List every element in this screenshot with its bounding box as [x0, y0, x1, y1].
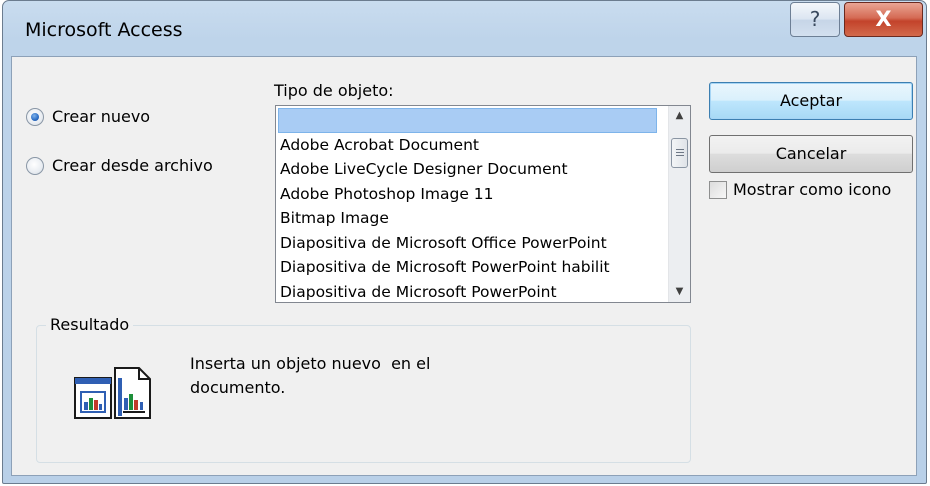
list-item[interactable]: Diapositiva de Microsoft PowerPoint habi…	[276, 255, 659, 280]
dialog-window: Microsoft Access ? X Crear nuevo Crear d…	[2, 0, 927, 484]
result-group-label: Resultado	[46, 315, 134, 334]
grip-line	[676, 149, 684, 150]
help-icon: ?	[809, 7, 821, 31]
list-item[interactable]: Adobe LiveCycle Designer Document	[276, 157, 659, 182]
embedded-object-icon	[74, 367, 151, 419]
title-bar[interactable]: Microsoft Access ? X	[3, 1, 926, 56]
grip-line	[676, 152, 684, 153]
list-item[interactable]: Adobe Photoshop Image 11	[276, 182, 659, 207]
result-line-2: documento.	[190, 378, 286, 397]
close-icon: X	[875, 7, 892, 31]
list-item[interactable]: Bitmap Image	[276, 206, 659, 231]
list-item[interactable]	[278, 108, 657, 133]
scroll-down-icon[interactable]: ▼	[669, 282, 690, 302]
window-title: Microsoft Access	[25, 19, 183, 41]
dialog-body: Crear nuevo Crear desde archivo Tipo de …	[11, 56, 917, 476]
radio-label-create-from-file: Crear desde archivo	[52, 156, 213, 175]
radio-create-from-file[interactable]: Crear desde archivo	[26, 156, 213, 175]
radio-button-unchecked[interactable]	[26, 156, 44, 175]
cancel-button[interactable]: Cancelar	[709, 135, 913, 173]
display-as-icon-option[interactable]: Mostrar como icono	[709, 180, 891, 199]
scrollbar-thumb[interactable]	[671, 138, 688, 168]
grip-line	[676, 155, 684, 156]
object-type-list[interactable]: Adobe Acrobat Document Adobe LiveCycle D…	[275, 105, 691, 303]
close-button[interactable]: X	[844, 2, 923, 37]
display-as-icon-checkbox[interactable]	[709, 180, 727, 199]
vertical-scrollbar[interactable]: ▲ ▼	[668, 106, 690, 302]
object-type-items: Adobe Acrobat Document Adobe LiveCycle D…	[276, 108, 659, 303]
result-line-1: Inserta un objeto nuevo en el	[190, 354, 431, 373]
result-description: Inserta un objeto nuevo en el documento.	[190, 352, 510, 400]
object-type-label: Tipo de objeto:	[274, 81, 394, 100]
ok-button[interactable]: Aceptar	[709, 82, 913, 120]
display-as-icon-label: Mostrar como icono	[733, 180, 892, 199]
scroll-up-icon[interactable]: ▲	[669, 106, 690, 126]
radio-create-new[interactable]: Crear nuevo	[26, 107, 150, 126]
list-item[interactable]: Adobe Acrobat Document	[276, 133, 659, 158]
list-item[interactable]: Diapositiva de Microsoft PowerPoint	[276, 280, 659, 303]
help-button[interactable]: ?	[790, 2, 840, 37]
list-item[interactable]: Diapositiva de Microsoft Office PowerPoi…	[276, 231, 659, 256]
radio-label-create-new: Crear nuevo	[52, 107, 151, 126]
radio-button-checked[interactable]	[26, 107, 44, 126]
